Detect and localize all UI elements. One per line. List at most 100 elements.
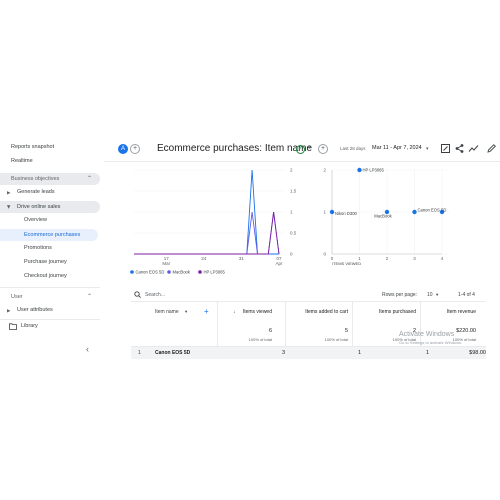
cell-item-revenue: $98.00 xyxy=(469,350,486,356)
scatter-point xyxy=(329,209,335,215)
sidebar-item-reports-snapshot[interactable]: Reports snapshot xyxy=(11,144,54,150)
insights-icon[interactable] xyxy=(468,143,479,154)
y-tick-label: 1.5 xyxy=(290,189,297,194)
y-tick-label: 0.5 xyxy=(290,231,297,236)
caret-right-icon: ▶ xyxy=(7,308,11,313)
x-tick-label: 24 xyxy=(201,256,207,261)
sidebar-item-checkout-journey[interactable]: Checkout journey xyxy=(24,273,67,279)
data-table: Search... Rows per page: 10 ▾ 1-4 of 4 I… xyxy=(104,288,500,368)
x-tick-label: 31 xyxy=(239,256,245,261)
chevron-up-icon: ⌃ xyxy=(86,176,92,182)
search-input[interactable]: Search... xyxy=(145,292,165,298)
sidebar-item-overview[interactable]: Overview xyxy=(24,217,47,223)
pencil-icon[interactable] xyxy=(486,143,497,154)
date-range-picker[interactable]: Mar 11 - Apr 7, 2024 xyxy=(372,145,422,151)
point-label: Canon EOS 5D xyxy=(418,208,447,213)
add-button[interactable]: + xyxy=(318,144,328,154)
table-row[interactable]: 1 Canon EOS 5D 3 1 1 $98.00 xyxy=(131,347,486,359)
caret-down-icon[interactable]: ▾ xyxy=(185,309,187,315)
legend-label: MacBook xyxy=(173,270,191,275)
chevron-up-icon: ⌃ xyxy=(86,294,92,300)
x-tick-sublabel: Apr xyxy=(275,261,283,266)
avatar[interactable]: A xyxy=(118,144,128,154)
sidebar-nav: Reports snapshot Realtime Business objec… xyxy=(0,138,104,363)
pagination-label: 1-4 of 4 xyxy=(458,292,475,298)
column-header-item-name[interactable]: Item name xyxy=(155,309,179,315)
sidebar-item-promotions[interactable]: Promotions xyxy=(24,245,52,251)
share-icon[interactable] xyxy=(454,143,465,154)
legend-marker xyxy=(130,270,134,274)
sidebar-section-user[interactable]: User ⌃ xyxy=(0,291,100,303)
line-chart: 00.511.5217Mar24 31 07AprCanon EOS 5D MacBo… xyxy=(130,168,297,275)
total-item-revenue: $220.00 xyxy=(456,328,476,334)
total-percent: 100% of total xyxy=(324,337,348,342)
caret-down-icon: ▶ xyxy=(6,205,12,209)
total-items-viewed: 6 xyxy=(268,328,272,334)
section-label: User xyxy=(11,294,23,300)
column-header-items-viewed[interactable]: Items viewed xyxy=(243,309,272,315)
total-percent: 100% of total xyxy=(248,337,272,342)
column-header-items-purchased[interactable]: Items purchased xyxy=(379,309,416,315)
scatter-point xyxy=(357,167,362,173)
charts-area: 0 0.5 1 1.5 2 17 Mar 24 31 07 Apr Canon EOS 5D MacBo… xyxy=(104,162,500,282)
date-range-label: Last 28 days xyxy=(340,146,366,151)
column-header-items-added-to-cart[interactable]: Items added to cart xyxy=(305,309,348,315)
x-tick-label: 2 xyxy=(386,256,389,261)
scatter-point xyxy=(412,209,417,215)
point-label: HP LP3065 xyxy=(363,168,385,173)
total-items-added-to-cart: 5 xyxy=(344,328,348,334)
point-label: MacBook xyxy=(374,214,392,219)
y-tick-label: 2 xyxy=(323,168,326,173)
folder-icon xyxy=(9,323,17,330)
sidebar-item-purchase-journey[interactable]: Purchase journey xyxy=(24,259,67,265)
sidebar-item-ecommerce-purchases[interactable]: Ecommerce purchases xyxy=(0,229,98,241)
y-tick-label: 1 xyxy=(290,210,293,215)
sidebar-item-drive-online-sales[interactable]: ▶ Drive online sales xyxy=(0,201,100,213)
legend-marker xyxy=(167,270,171,274)
y-tick-label: 1 xyxy=(323,210,326,215)
sidebar-item-label: Drive online sales xyxy=(17,204,61,210)
add-comparison-button[interactable]: + xyxy=(130,144,140,154)
search-icon xyxy=(134,291,141,298)
check-circle-icon[interactable]: ✓ xyxy=(296,145,305,154)
column-header-item-revenue[interactable]: Item revenue xyxy=(447,309,476,315)
sidebar-item-label: Ecommerce purchases xyxy=(24,232,81,238)
row-index: 1 xyxy=(138,350,141,356)
activate-windows-subtext: Go to Settings to activate Windows. xyxy=(399,340,463,345)
activate-windows-watermark: Activate Windows xyxy=(399,331,455,338)
report-header: A + Ecommerce purchases: Item name ✓ ▾ +… xyxy=(104,138,500,162)
x-axis-label: ITEMS VIEWED xyxy=(332,261,361,266)
sort-arrow-icon[interactable]: ↓ xyxy=(233,309,236,315)
caret-down-icon[interactable]: ▾ xyxy=(426,146,429,152)
sidebar-item-user-attributes[interactable]: User attributes xyxy=(17,307,53,313)
rows-per-page-select[interactable]: 10 xyxy=(427,292,433,298)
collapse-sidebar-icon[interactable]: ‹ xyxy=(86,344,89,354)
sidebar-item-generate-leads[interactable]: Generate leads xyxy=(17,189,55,195)
scatter-chart: 2100 1 2 3 4ITEMS VIEWEDHP LP3065Nikon D300 M… xyxy=(323,167,450,266)
cell-items-added-to-cart: 1 xyxy=(357,350,361,356)
caret-down-icon[interactable]: ▾ xyxy=(308,145,311,151)
x-tick-label: 3 xyxy=(413,256,416,261)
rows-per-page-label: Rows per page: xyxy=(382,292,418,298)
sidebar-divider xyxy=(0,287,100,288)
legend-marker xyxy=(198,270,202,274)
sidebar-section-business-objectives[interactable]: Business objectives ⌃ xyxy=(0,173,100,185)
cell-items-purchased: 1 xyxy=(425,350,429,356)
x-tick-label: 4 xyxy=(441,256,444,261)
caret-down-icon[interactable]: ▾ xyxy=(436,292,438,298)
legend-label: HP LP3065 xyxy=(204,270,226,275)
add-dimension-button[interactable]: + xyxy=(204,307,209,316)
item-name-cell[interactable]: Canon EOS 5D xyxy=(155,350,190,356)
table-toolbar: Search... Rows per page: 10 ▾ 1-4 of 4 xyxy=(131,288,486,302)
cell-items-viewed: 3 xyxy=(281,350,285,356)
x-tick-sublabel: Mar xyxy=(162,261,170,266)
y-tick-label: 0 xyxy=(323,252,326,257)
sidebar-divider xyxy=(0,319,100,320)
caret-right-icon: ▶ xyxy=(7,190,11,195)
y-tick-label: 0 xyxy=(290,252,293,257)
point-label: Nikon D300 xyxy=(335,211,358,216)
page-title: Ecommerce purchases: Item name xyxy=(157,143,313,154)
sidebar-item-realtime[interactable]: Realtime xyxy=(11,158,33,164)
sidebar-item-library[interactable]: Library xyxy=(21,323,38,329)
edit-report-icon[interactable] xyxy=(440,143,451,154)
